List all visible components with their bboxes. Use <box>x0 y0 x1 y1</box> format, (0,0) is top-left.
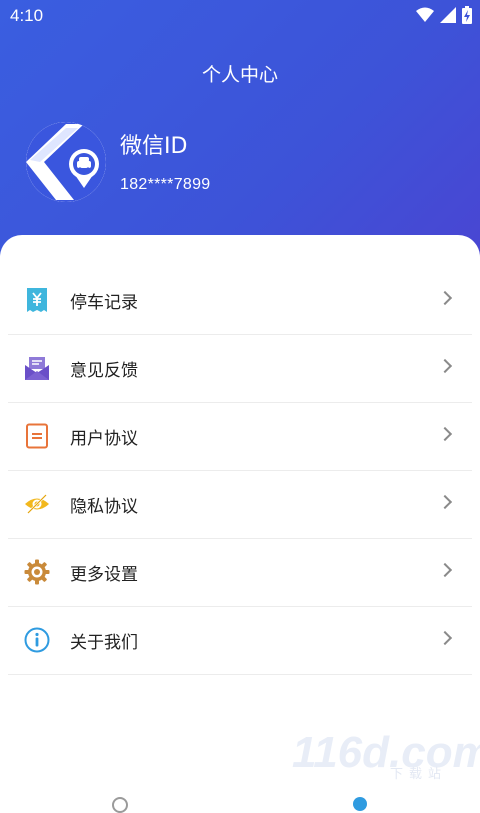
menu-label: 关于我们 <box>70 633 138 653</box>
menu-item-feedback[interactable]: 意见反馈 <box>8 335 472 403</box>
menu-item-parking-records[interactable]: 停车记录 <box>8 267 472 335</box>
watermark-subtitle: 下载站 <box>390 767 448 782</box>
info-icon <box>24 627 50 653</box>
menu-label: 更多设置 <box>70 565 138 585</box>
receipt-yuan-icon <box>27 288 47 312</box>
watermark: 116d.com <box>292 728 480 777</box>
menu-label: 停车记录 <box>70 293 138 313</box>
document-icon <box>26 423 48 449</box>
menu-label: 隐私协议 <box>70 497 138 517</box>
user-phone: 182****7899 <box>120 176 211 193</box>
chevron-right-icon <box>437 494 453 510</box>
status-bar: 4:10 <box>0 0 480 34</box>
nav-profile-icon[interactable] <box>353 797 367 811</box>
menu-item-more-settings[interactable]: 更多设置 <box>8 539 472 607</box>
page-title: 个人中心 <box>201 64 278 86</box>
chevron-right-icon <box>437 562 453 578</box>
menu-item-privacy-agreement[interactable]: 隐私协议 <box>8 471 472 539</box>
bottom-nav <box>0 795 480 803</box>
menu-item-about-us[interactable]: 关于我们 <box>8 607 472 675</box>
chevron-right-icon <box>437 358 453 374</box>
menu-label: 意见反馈 <box>70 361 138 381</box>
menu-item-user-agreement[interactable]: 用户协议 <box>8 403 472 471</box>
eye-hidden-icon <box>25 494 49 514</box>
wifi-icon <box>416 7 434 22</box>
chevron-right-icon <box>437 426 453 442</box>
status-time: 4:10 <box>10 6 44 25</box>
battery-charging-icon <box>462 6 472 24</box>
user-name: 微信ID <box>120 134 188 159</box>
avatar[interactable] <box>26 122 106 202</box>
menu-label: 用户协议 <box>70 429 138 449</box>
chevron-right-icon <box>437 290 453 306</box>
nav-home-icon[interactable] <box>112 797 128 813</box>
menu-list: 停车记录 意见反馈 用户协议 隐私协议 更多设置 关于我们 <box>8 267 472 675</box>
signal-icon <box>440 7 456 23</box>
chevron-right-icon <box>437 630 453 646</box>
gear-icon <box>24 559 50 585</box>
feedback-envelope-icon <box>25 357 49 380</box>
parking-app-logo-icon <box>26 122 106 202</box>
